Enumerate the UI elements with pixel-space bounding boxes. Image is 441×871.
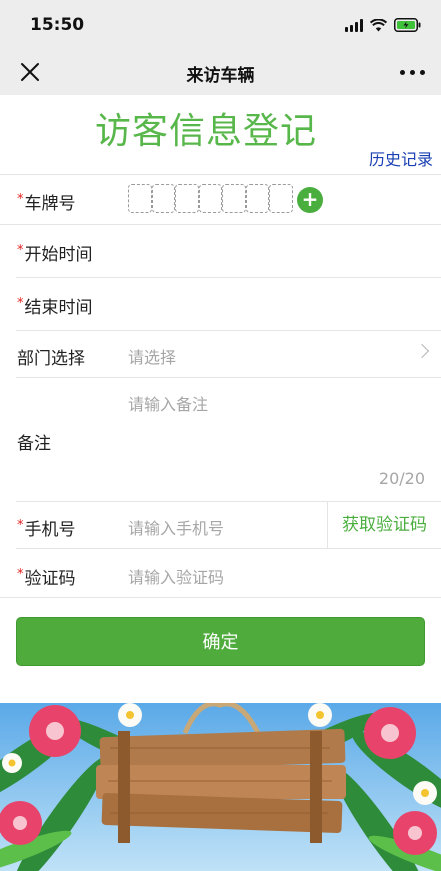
plate-char-box[interactable] <box>245 184 269 213</box>
required-mark: * <box>17 192 24 207</box>
plate-char-box[interactable] <box>175 184 199 213</box>
plate-char-box[interactable] <box>128 184 152 213</box>
plate-input-group <box>128 184 293 213</box>
remark-textarea[interactable]: 请输入备注 <box>0 378 441 501</box>
get-code-button[interactable]: 获取验证码 <box>327 502 441 549</box>
plate-char-box[interactable] <box>222 184 246 213</box>
phone-label: *手机号 <box>17 515 76 540</box>
history-link[interactable]: 历史记录 <box>369 146 433 170</box>
verify-code-label: *验证码 <box>17 564 76 589</box>
divider <box>16 548 441 549</box>
decorative-banner-image <box>0 703 441 871</box>
status-icons <box>345 17 421 33</box>
required-mark: * <box>17 518 24 533</box>
divider <box>0 174 441 175</box>
plate-label: *车牌号 <box>17 189 76 214</box>
status-bar: 15:50 <box>0 0 441 48</box>
add-plate-char-button[interactable]: + <box>297 187 323 213</box>
remark-placeholder: 请输入备注 <box>128 395 209 414</box>
wifi-icon <box>370 18 387 31</box>
confirm-button[interactable]: 确定 <box>16 617 425 666</box>
plate-char-box[interactable] <box>198 184 222 213</box>
verify-code-input[interactable]: 请输入验证码 <box>128 564 224 588</box>
remark-char-counter: 20/20 <box>378 469 425 488</box>
nav-bar: 来访车辆 <box>0 48 441 95</box>
department-placeholder: 请选择 <box>128 348 177 367</box>
divider <box>0 597 441 598</box>
required-mark: * <box>17 567 24 582</box>
nav-title: 来访车辆 <box>186 66 255 86</box>
start-time-field[interactable] <box>0 225 441 277</box>
plate-label-text: 车牌号 <box>24 194 76 214</box>
department-select[interactable]: 请选择 <box>0 331 441 377</box>
plate-char-box[interactable] <box>151 184 175 213</box>
plate-char-box[interactable] <box>269 184 293 213</box>
end-time-field[interactable] <box>0 278 441 330</box>
phone-label-text: 手机号 <box>24 520 76 540</box>
phone-input[interactable]: 请输入手机号 <box>128 515 224 539</box>
status-time: 15:50 <box>30 15 85 35</box>
more-icon[interactable] <box>400 70 425 75</box>
signal-icon <box>345 18 363 32</box>
battery-icon <box>394 18 421 32</box>
verify-code-label-text: 验证码 <box>24 569 76 589</box>
page-title: 访客信息登记 <box>94 111 317 152</box>
